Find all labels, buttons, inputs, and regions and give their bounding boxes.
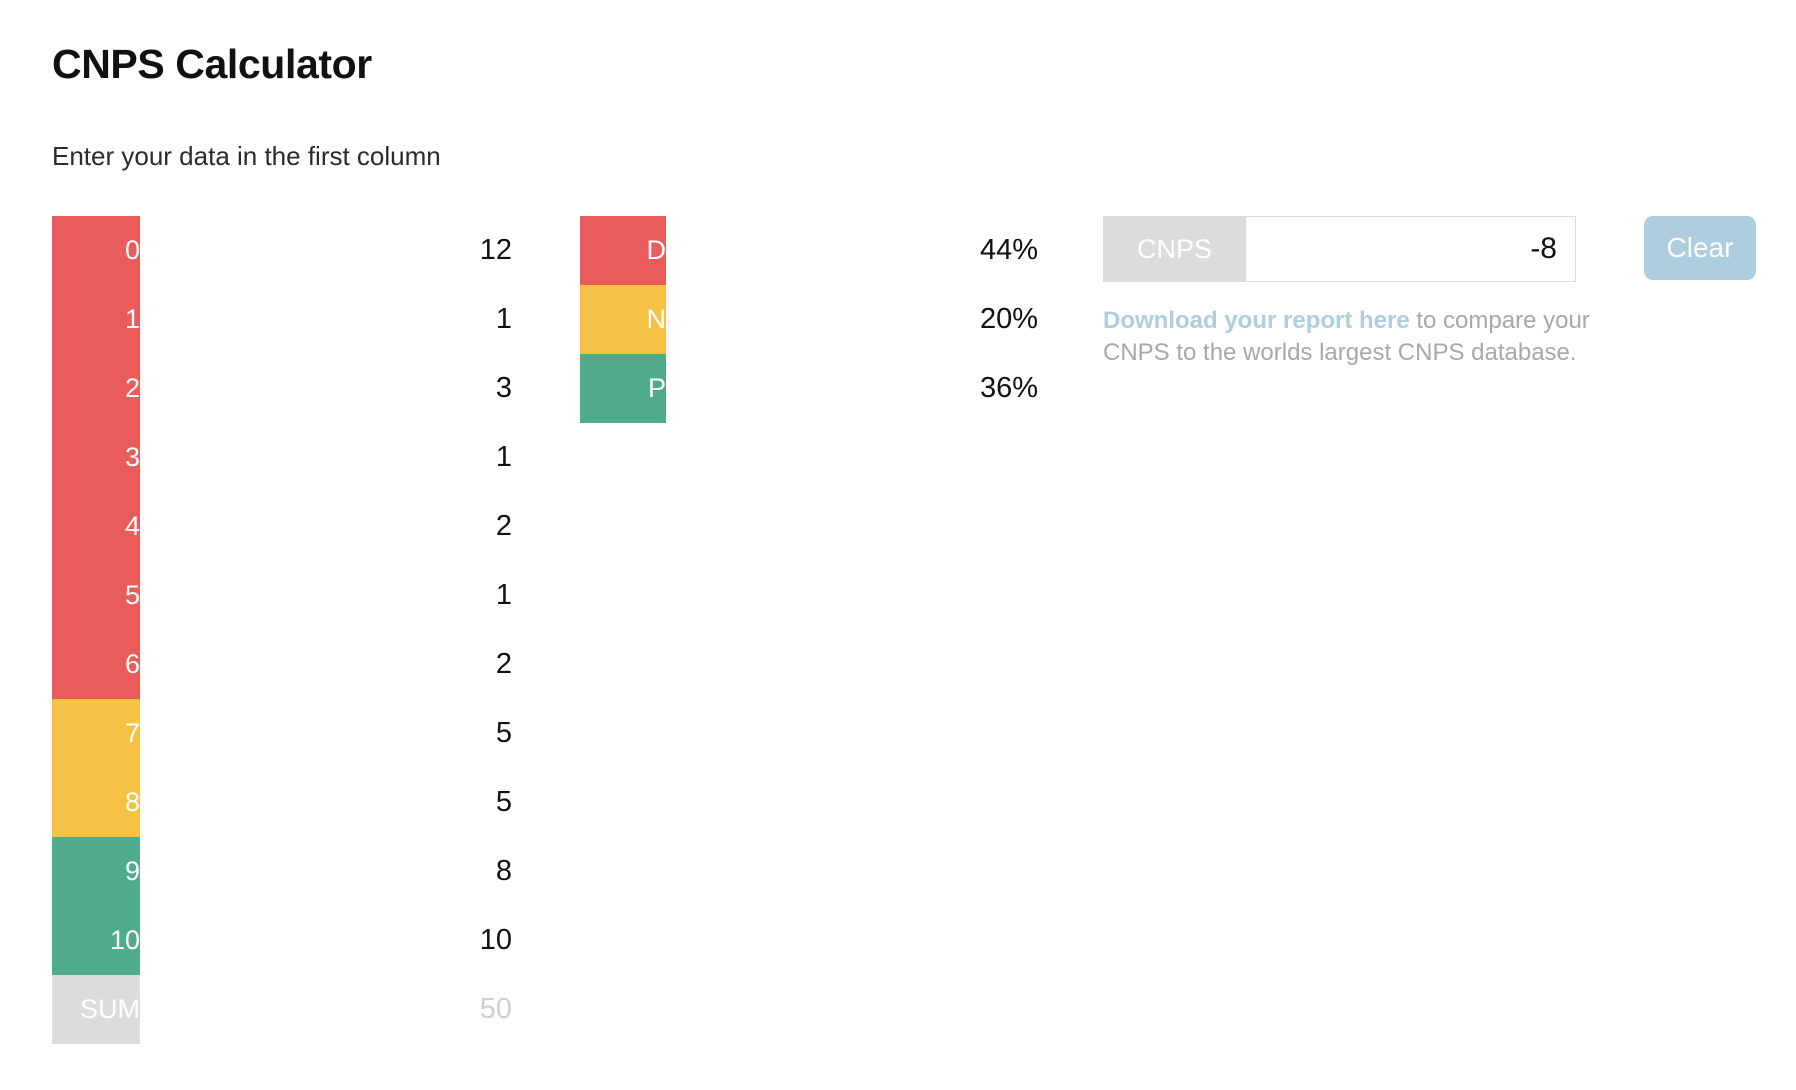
score-label-1: 1 xyxy=(52,285,140,354)
score-value-4[interactable]: 2 xyxy=(140,492,512,561)
page-title: CNPS Calculator xyxy=(52,41,372,87)
table-row: 31 xyxy=(52,423,512,492)
score-label-0: 0 xyxy=(52,216,140,285)
score-value-sum: 50 xyxy=(140,975,512,1044)
table-row: D 44% xyxy=(580,216,1038,285)
dnp-label-p: P xyxy=(580,354,666,423)
table-row: 75 xyxy=(52,699,512,768)
score-value-3[interactable]: 1 xyxy=(140,423,512,492)
download-report-link[interactable]: Download your report here xyxy=(1103,307,1410,334)
score-label-7: 7 xyxy=(52,699,140,768)
score-label-3: 3 xyxy=(52,423,140,492)
score-value-8[interactable]: 5 xyxy=(140,768,512,837)
table-row: SUM 50 xyxy=(52,975,512,1044)
page-subtitle: Enter your data in the first column xyxy=(52,141,441,171)
table-row: 85 xyxy=(52,768,512,837)
score-label-9: 9 xyxy=(52,837,140,906)
score-value-6[interactable]: 2 xyxy=(140,630,512,699)
cnps-calculator-page: CNPS Calculator Enter your data in the f… xyxy=(0,0,1796,1090)
cnps-result-row: CNPS -8 xyxy=(1103,216,1576,282)
score-label-sum: SUM xyxy=(52,975,140,1044)
score-label-4: 4 xyxy=(52,492,140,561)
score-value-5[interactable]: 1 xyxy=(140,561,512,630)
table-row: N 20% xyxy=(580,285,1038,354)
dnp-value-n[interactable]: 20% xyxy=(666,285,1038,354)
score-value-7[interactable]: 5 xyxy=(140,699,512,768)
score-value-9[interactable]: 8 xyxy=(140,837,512,906)
score-value-1[interactable]: 1 xyxy=(140,285,512,354)
score-label-5: 5 xyxy=(52,561,140,630)
clear-button[interactable]: Clear xyxy=(1644,216,1756,280)
dnp-label-d: D xyxy=(580,216,666,285)
score-value-0[interactable]: 12 xyxy=(140,216,512,285)
dnp-percentage-table: D 44% N 20% P 36% xyxy=(580,216,1038,423)
table-row: 98 xyxy=(52,837,512,906)
dnp-value-d[interactable]: 44% xyxy=(666,216,1038,285)
score-label-2: 2 xyxy=(52,354,140,423)
score-value-10[interactable]: 10 xyxy=(140,906,512,975)
score-value-2[interactable]: 3 xyxy=(140,354,512,423)
table-row: P 36% xyxy=(580,354,1038,423)
score-label-8: 8 xyxy=(52,768,140,837)
table-row: 62 xyxy=(52,630,512,699)
table-row: 10 10 xyxy=(52,906,512,975)
table-row: 51 xyxy=(52,561,512,630)
cnps-result-label: CNPS xyxy=(1103,216,1246,282)
table-row: 23 xyxy=(52,354,512,423)
score-input-table: 0 12 1 1 2 3 3 1 4 2 5 1 6 2 7 5 8 5 9 8 10 10 SUM 50 xyxy=(52,216,512,1044)
download-note: Download your report here to compare you… xyxy=(1103,305,1633,368)
dnp-value-p[interactable]: 36% xyxy=(666,354,1038,423)
cnps-result-value: -8 xyxy=(1246,216,1576,282)
table-row: 0 12 xyxy=(52,216,512,285)
table-row: 11 xyxy=(52,285,512,354)
score-label-6: 6 xyxy=(52,630,140,699)
table-row: 42 xyxy=(52,492,512,561)
score-label-10: 10 xyxy=(52,906,140,975)
dnp-label-n: N xyxy=(580,285,666,354)
